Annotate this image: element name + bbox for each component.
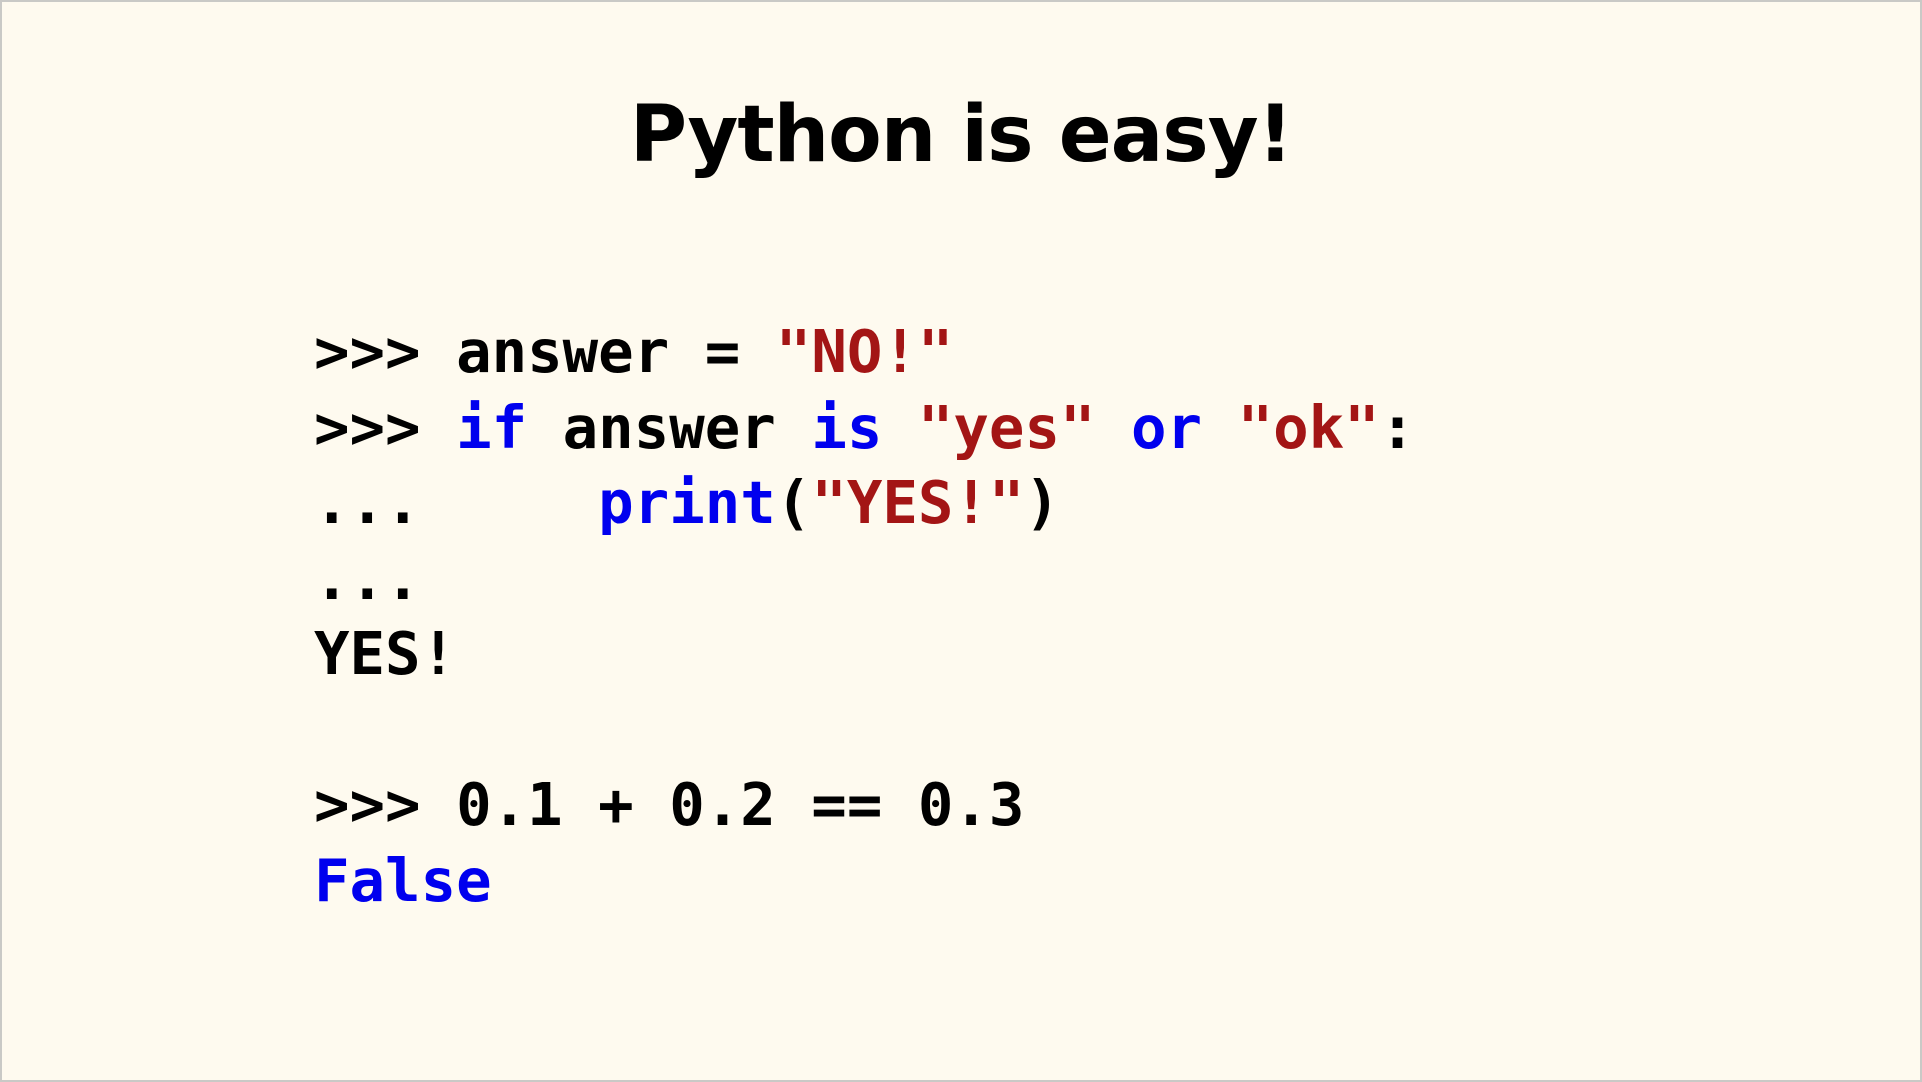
- code-line: >>> answer = "NO!": [314, 314, 1415, 390]
- code-keyword: if: [456, 392, 528, 462]
- code-line: False: [314, 843, 1415, 919]
- code-keyword: or: [1131, 392, 1203, 462]
- code-text: 0.1 + 0.2 == 0.3: [456, 770, 1025, 839]
- code-text: ): [1024, 468, 1060, 537]
- code-prompt: ...: [314, 468, 599, 537]
- code-prompt: >>>: [314, 317, 457, 386]
- code-string: "YES!": [811, 468, 1025, 537]
- code-line: >>> 0.1 + 0.2 == 0.3: [314, 767, 1415, 843]
- code-output: YES!: [314, 619, 457, 688]
- code-text: answer =: [456, 317, 776, 386]
- code-text: :: [1379, 392, 1416, 462]
- code-string: "yes": [917, 392, 1096, 462]
- code-line: ... print("YES!"): [314, 465, 1415, 541]
- code-text: (: [775, 468, 812, 537]
- code-line: YES!: [314, 616, 1415, 692]
- code-text: answer: [527, 392, 812, 462]
- code-line: ...: [314, 541, 1415, 617]
- code-keyword: is: [811, 392, 883, 462]
- code-keyword: print: [598, 468, 776, 537]
- code-prompt: ...: [314, 543, 421, 613]
- code-string: "ok": [1237, 392, 1380, 462]
- code-keyword: False: [314, 845, 492, 915]
- code-prompt: >>>: [314, 770, 457, 839]
- code-block: >>> answer = "NO!" >>> if answer is "yes"…: [314, 314, 1415, 918]
- code-line: >>> if answer is "yes" or "ok":: [314, 390, 1415, 466]
- slide-title: Python is easy!: [629, 90, 1293, 180]
- code-string: "NO!": [775, 317, 954, 386]
- code-prompt: >>>: [314, 392, 457, 462]
